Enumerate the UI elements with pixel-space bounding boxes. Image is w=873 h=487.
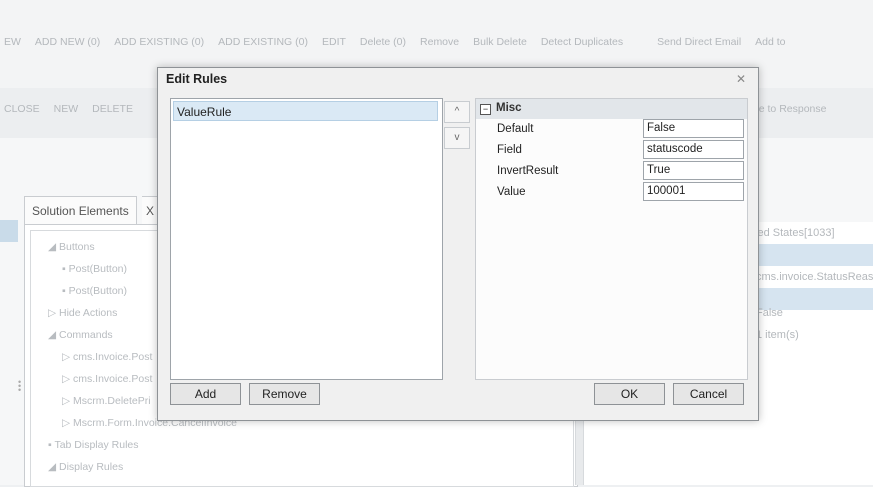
tree-item[interactable]: ▷ Mscrm.DeletePri: [62, 395, 151, 407]
rules-list[interactable]: ValueRule: [170, 98, 443, 380]
move-down-button[interactable]: v: [444, 127, 470, 149]
property-grid: − Misc Default False Field statuscode In…: [475, 98, 748, 380]
ribbon-item[interactable]: EDIT: [318, 36, 350, 52]
list-item[interactable]: ValueRule: [173, 101, 438, 121]
tree-item[interactable]: ▪ Post(Button): [62, 263, 127, 275]
ribbon-item[interactable]: Add to: [751, 36, 789, 52]
property-name: Value: [497, 186, 526, 198]
category-header-misc[interactable]: − Misc: [476, 99, 747, 119]
ribbon-item[interactable]: Bulk Delete: [469, 36, 531, 52]
ribbon-item[interactable]: ADD NEW (0): [31, 36, 104, 52]
category-label: Misc: [496, 102, 522, 114]
remove-button[interactable]: Remove: [249, 383, 320, 405]
tree-item[interactable]: ▷ cms.Invoice.Post: [62, 373, 152, 385]
ribbon-item[interactable]: Delete (0): [356, 36, 410, 52]
tree-item[interactable]: ▪ Post(Button): [62, 285, 127, 297]
move-up-button[interactable]: ^: [444, 101, 470, 123]
ribbon-item[interactable]: ADD EXISTING (0): [110, 36, 208, 52]
ribbon-item[interactable]: Send Direct Email: [653, 36, 745, 52]
ribbon-item[interactable]: Detect Duplicates: [537, 36, 627, 52]
ribbon-item[interactable]: EW: [0, 36, 25, 52]
ribbon-item[interactable]: ADD EXISTING (0): [214, 36, 312, 52]
property-value-field[interactable]: statuscode: [643, 140, 744, 159]
add-button[interactable]: Add: [170, 383, 241, 405]
property-value-field[interactable]: False: [643, 119, 744, 138]
new-button[interactable]: NEW: [50, 103, 83, 115]
collapse-icon[interactable]: −: [480, 104, 491, 115]
left-selection-strip: [0, 220, 18, 242]
property-name: Default: [497, 123, 534, 135]
property-row-field: Field statuscode: [476, 140, 747, 161]
delete-button[interactable]: DELETE: [88, 103, 137, 115]
close-icon[interactable]: ✕: [736, 72, 746, 86]
cancel-button[interactable]: Cancel: [673, 383, 744, 405]
edit-rules-dialog: Edit Rules ✕ ValueRule ^ v − Misc Defaul…: [157, 67, 759, 421]
ok-button[interactable]: OK: [594, 383, 665, 405]
ribbon-row: EW ADD NEW (0) ADD EXISTING (0) ADD EXIS…: [0, 36, 790, 52]
property-name: InvertResult: [497, 165, 559, 177]
property-row-value: Value 100001: [476, 182, 747, 203]
property-value-field[interactable]: 100001: [643, 182, 744, 201]
property-row-default: Default False: [476, 119, 747, 140]
tree-item[interactable]: ▪ Tab Display Rules: [48, 439, 139, 451]
property-row-invertresult: InvertResult True: [476, 161, 747, 182]
tree-item[interactable]: ◢ Display Rules: [48, 461, 123, 473]
dialog-title: Edit Rules: [166, 72, 228, 86]
tree-item[interactable]: ◢ Commands: [48, 329, 113, 341]
ribbon-item[interactable]: Remove: [416, 36, 463, 52]
property-name: Field: [497, 144, 522, 156]
property-value-field[interactable]: True: [643, 161, 744, 180]
tab-solution-elements[interactable]: Solution Elements: [24, 196, 137, 225]
close-button[interactable]: CLOSE: [0, 103, 44, 115]
tree-item[interactable]: ▷ cms.Invoice.Post: [62, 351, 152, 363]
toolbar-right-item[interactable]: ate to Response: [750, 103, 826, 115]
tree-item[interactable]: ◢ Buttons: [48, 241, 95, 253]
tree-item[interactable]: ▷ Hide Actions: [48, 307, 117, 319]
